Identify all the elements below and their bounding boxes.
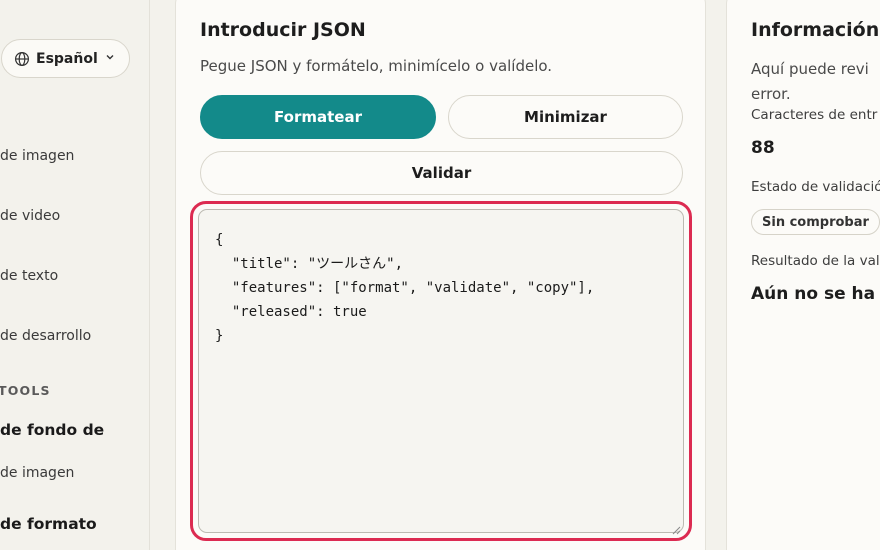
format-button[interactable]: Formatear <box>200 95 436 139</box>
json-input-textarea[interactable]: { "title": "ツールさん", "features": ["format… <box>198 209 684 533</box>
json-info-card: Información d Aquí puede revi error. Car… <box>726 0 880 550</box>
sidebar-tool-format[interactable]: de formato <box>0 515 97 533</box>
sidebar: Español de imagen de video de texto de d… <box>0 0 150 550</box>
info-card-title: Información d <box>751 19 880 41</box>
language-label: Español <box>36 50 98 67</box>
globe-icon <box>14 51 30 67</box>
language-selector-button[interactable]: Español <box>1 39 130 78</box>
info-card-description: Aquí puede revi error. <box>751 57 869 107</box>
sidebar-tool-image[interactable]: de imagen <box>0 465 74 481</box>
info-description-line-2: error. <box>751 85 791 103</box>
sidebar-item-image[interactable]: de imagen <box>0 148 74 164</box>
sidebar-tool-background[interactable]: de fondo de <box>0 421 104 439</box>
validation-status-label: Estado de validació <box>751 179 880 195</box>
char-count-label: Caracteres de entr <box>751 107 878 123</box>
chevron-down-icon <box>105 52 115 65</box>
info-description-line-1: Aquí puede revi <box>751 60 869 78</box>
validation-result-value: Aún no se ha ej <box>751 284 880 304</box>
json-input-card: Introducir JSON Pegue JSON y formátelo, … <box>175 0 706 550</box>
validation-result-label: Resultado de la val <box>751 253 880 269</box>
minify-button[interactable]: Minimizar <box>448 95 683 139</box>
input-card-title: Introducir JSON <box>200 19 366 41</box>
page: Español de imagen de video de texto de d… <box>0 0 880 550</box>
sidebar-item-development[interactable]: de desarrollo <box>0 328 91 344</box>
sidebar-item-video[interactable]: de video <box>0 208 60 224</box>
validate-button[interactable]: Validar <box>200 151 683 195</box>
input-card-subtitle: Pegue JSON y formátelo, minimícelo o val… <box>200 57 553 75</box>
sidebar-section-tools: TOOLS <box>0 383 51 398</box>
json-editor-focus-ring: { "title": "ツールさん", "features": ["format… <box>190 201 692 541</box>
validation-status-badge: Sin comprobar <box>751 209 880 235</box>
resize-handle-icon[interactable] <box>671 520 681 535</box>
char-count-value: 88 <box>751 138 775 158</box>
sidebar-item-text[interactable]: de texto <box>0 268 58 284</box>
